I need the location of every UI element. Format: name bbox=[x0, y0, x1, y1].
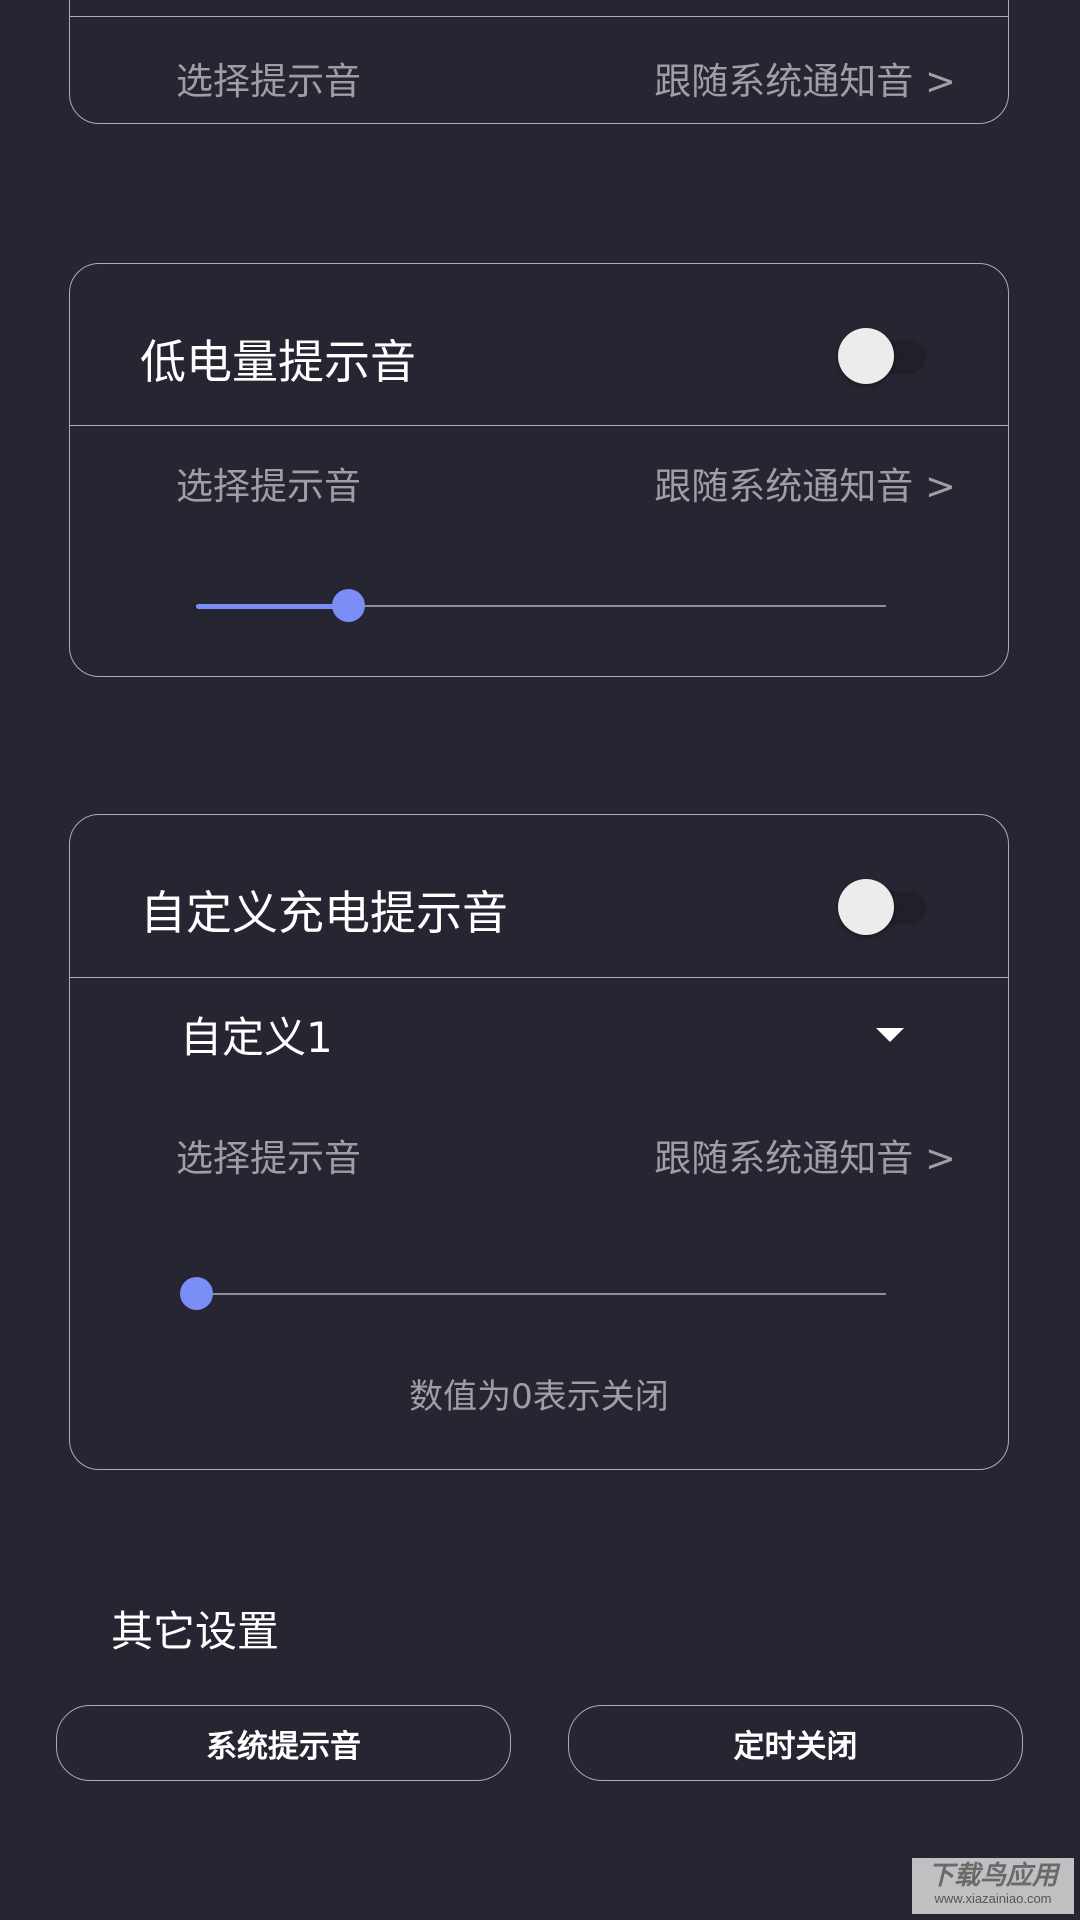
slider-rail bbox=[196, 1293, 886, 1295]
custom-charge-card: 自定义充电提示音 自定义1 选择提示音 跟随系统通知音 > 数值为0表示关闭 bbox=[69, 814, 1009, 1470]
caret-down-icon bbox=[876, 1028, 904, 1042]
system-sound-button[interactable]: 系统提示音 bbox=[56, 1705, 511, 1781]
select-sound-label: 选择提示音 bbox=[176, 465, 361, 508]
site-watermark: 下载鸟应用 www.xiazainiao.com bbox=[912, 1858, 1074, 1914]
select-sound-value: 跟随系统通知音 > bbox=[654, 465, 956, 508]
custom-charge-title: 自定义充电提示音 bbox=[140, 886, 508, 940]
select-sound-row[interactable]: 选择提示音 跟随系统通知音 > bbox=[70, 426, 1008, 526]
notification-sound-card: 选择提示音 跟随系统通知音 > bbox=[69, 0, 1009, 124]
timed-off-button[interactable]: 定时关闭 bbox=[568, 1705, 1023, 1781]
custom-charge-toggle[interactable] bbox=[838, 879, 928, 935]
settings-page: 选择提示音 跟随系统通知音 > 低电量提示音 选择提示音 跟随系统通知音 > 自… bbox=[0, 0, 1080, 1920]
dropdown-selected-value: 自定义1 bbox=[180, 1013, 333, 1062]
low-battery-title: 低电量提示音 bbox=[140, 335, 416, 389]
select-sound-value: 跟随系统通知音 > bbox=[654, 60, 956, 103]
low-battery-volume-slider[interactable] bbox=[196, 589, 886, 623]
other-settings-title: 其它设置 bbox=[111, 1607, 280, 1656]
custom-charge-volume-slider[interactable] bbox=[180, 1277, 886, 1311]
slider-knob[interactable] bbox=[180, 1277, 213, 1310]
slider-knob[interactable] bbox=[332, 589, 365, 622]
low-battery-toggle[interactable] bbox=[838, 328, 928, 384]
select-sound-label: 选择提示音 bbox=[176, 60, 361, 103]
toggle-thumb bbox=[838, 879, 894, 935]
slider-hint: 数值为0表示关闭 bbox=[409, 1377, 669, 1417]
watermark-sub: www.xiazainiao.com bbox=[934, 1891, 1052, 1906]
select-sound-row[interactable]: 选择提示音 跟随系统通知音 > bbox=[70, 1100, 1008, 1200]
select-sound-row[interactable]: 选择提示音 跟随系统通知音 > bbox=[70, 17, 1008, 123]
low-battery-card: 低电量提示音 选择提示音 跟随系统通知音 > bbox=[69, 263, 1009, 677]
watermark-main: 下载鸟应用 bbox=[927, 1860, 1058, 1890]
custom-preset-dropdown[interactable]: 自定义1 bbox=[70, 978, 1008, 1088]
toggle-thumb bbox=[838, 328, 894, 384]
select-sound-value: 跟随系统通知音 > bbox=[654, 1137, 956, 1180]
select-sound-label: 选择提示音 bbox=[176, 1137, 361, 1180]
slider-fill bbox=[196, 604, 348, 609]
